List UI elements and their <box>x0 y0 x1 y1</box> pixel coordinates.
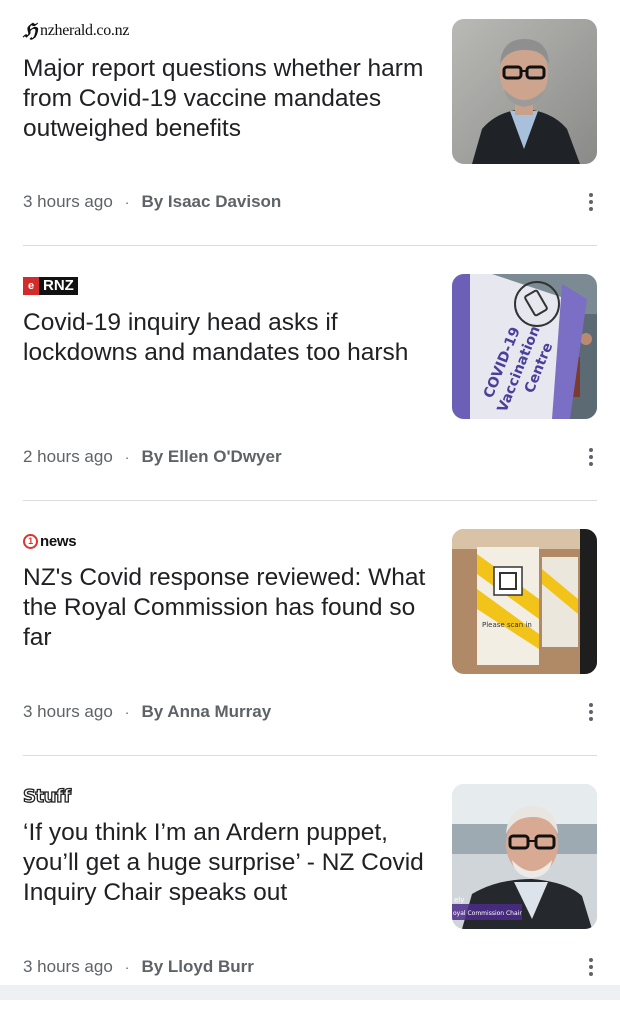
article-meta: 3 hours ago · By Lloyd Burr <box>23 955 254 979</box>
vaccination-centre-photo-icon: COVID-19 Vaccination Centre <box>452 274 597 419</box>
article-card[interactable]: ℌ nzherald.co.nz Major report questions … <box>0 0 620 255</box>
source-logo-nzherald[interactable]: ℌ nzherald.co.nz <box>23 20 129 42</box>
inquiry-chair-photo-icon: ely oyal Commission Chair <box>452 784 597 929</box>
article-headline[interactable]: NZ's Covid response reviewed: What the R… <box>23 563 433 653</box>
article-thumbnail[interactable]: ely oyal Commission Chair <box>452 784 597 929</box>
more-vert-icon[interactable] <box>580 700 602 724</box>
rnz-badge-icon: e <box>23 277 39 295</box>
article-headline[interactable]: ‘If you think I’m an Ardern puppet, you’… <box>23 818 433 908</box>
article-meta: 3 hours ago · By Anna Murray <box>23 700 271 724</box>
source-name: RNZ <box>39 277 78 295</box>
article-meta: 3 hours ago · By Isaac Davison <box>23 190 281 214</box>
man-glasses-photo-icon <box>452 19 597 164</box>
more-vert-icon[interactable] <box>580 190 602 214</box>
divider <box>23 755 597 756</box>
more-vert-icon[interactable] <box>580 445 602 469</box>
article-author: By Ellen O'Dwyer <box>141 447 282 466</box>
divider <box>23 245 597 246</box>
source-logo-stuff[interactable]: Stuff <box>22 785 71 807</box>
article-card[interactable]: Stuff ‘If you think I’m an Ardern puppet… <box>0 765 620 1020</box>
source-logo-1news[interactable]: 1 news <box>23 530 77 552</box>
article-headline[interactable]: Major report questions whether harm from… <box>23 54 433 144</box>
image-text: Please scan in <box>482 621 532 629</box>
image-text: oyal Commission Chair <box>453 910 522 917</box>
nzherald-logo-icon: ℌ <box>23 20 38 42</box>
bottom-bar <box>0 985 620 1000</box>
more-vert-icon[interactable] <box>580 955 602 979</box>
source-name: nzherald.co.nz <box>40 22 130 39</box>
article-time: 2 hours ago <box>23 447 113 466</box>
article-meta: 2 hours ago · By Ellen O'Dwyer <box>23 445 282 469</box>
divider <box>23 500 597 501</box>
article-time: 3 hours ago <box>23 957 113 976</box>
image-text: ely <box>454 896 464 904</box>
article-thumbnail[interactable]: COVID-19 Vaccination Centre <box>452 274 597 419</box>
article-author: By Anna Murray <box>141 702 272 721</box>
source-name: Stuff <box>22 785 71 807</box>
separator-dot: · <box>124 704 130 720</box>
one-news-logo-icon: 1 <box>23 533 38 549</box>
separator-dot: · <box>124 194 130 210</box>
separator-dot: · <box>124 449 130 465</box>
article-time: 3 hours ago <box>23 702 113 721</box>
article-card[interactable]: e RNZ Covid-19 inquiry head asks if lock… <box>0 255 620 510</box>
scan-in-poster-photo-icon: Please scan in <box>452 529 597 674</box>
article-thumbnail[interactable] <box>452 19 597 164</box>
separator-dot: · <box>124 959 130 975</box>
article-thumbnail[interactable]: Please scan in <box>452 529 597 674</box>
article-time: 3 hours ago <box>23 192 113 211</box>
article-author: By Isaac Davison <box>141 192 282 211</box>
article-headline[interactable]: Covid-19 inquiry head asks if lockdowns … <box>23 308 433 368</box>
article-card[interactable]: 1 news NZ's Covid response reviewed: Wha… <box>0 510 620 765</box>
source-logo-rnz[interactable]: e RNZ <box>23 275 78 297</box>
source-name: news <box>40 532 77 550</box>
article-author: By Lloyd Burr <box>141 957 254 976</box>
